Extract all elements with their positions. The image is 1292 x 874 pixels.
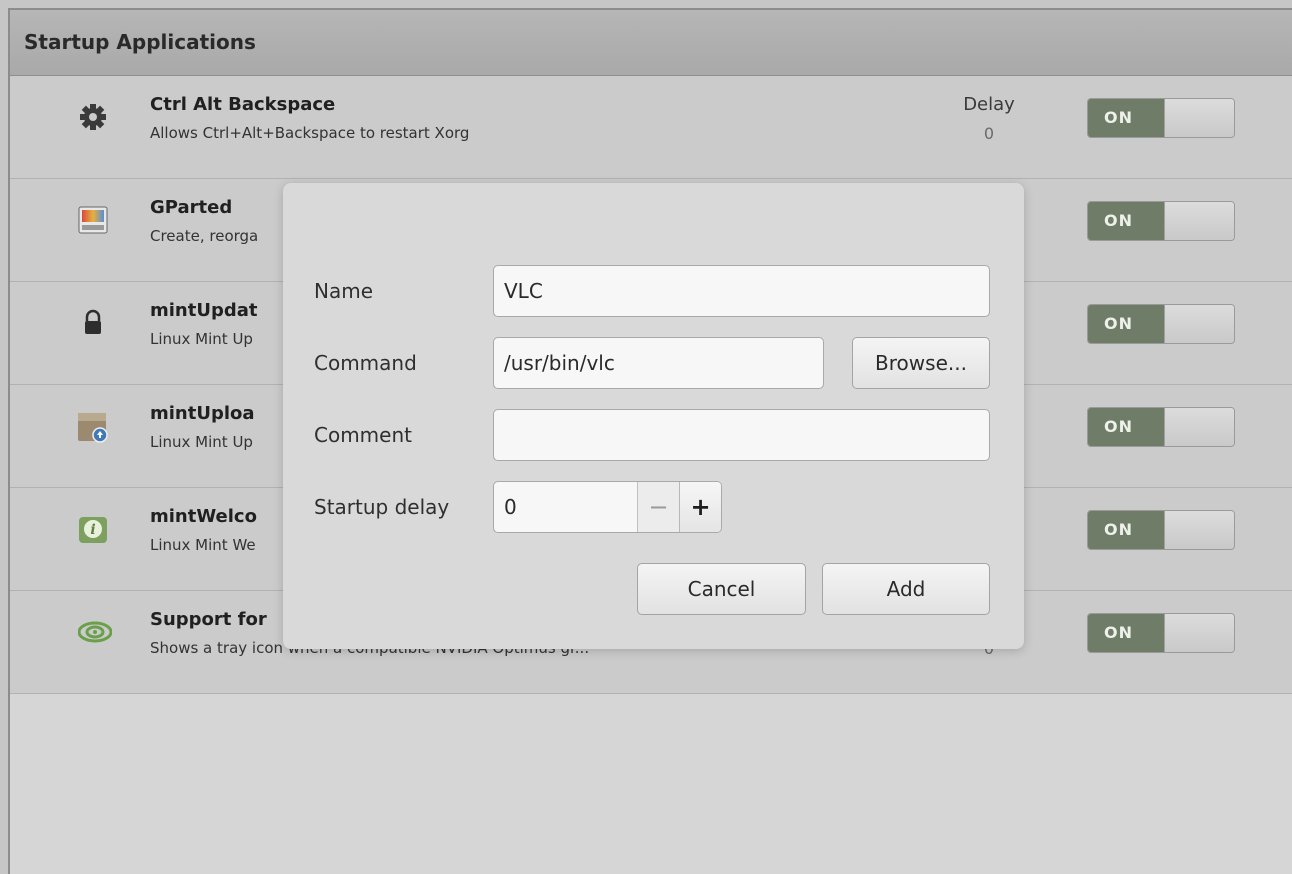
toggle-knob xyxy=(1164,99,1234,137)
toggle-knob xyxy=(1164,511,1234,549)
enable-toggle[interactable]: ON xyxy=(1087,510,1235,550)
comment-field[interactable] xyxy=(493,409,990,461)
app-description: Create, reorga xyxy=(150,227,259,245)
toggle-knob xyxy=(1164,614,1234,652)
app-name: Support for xyxy=(150,609,267,630)
toggle-knob xyxy=(1164,202,1234,240)
startup-delay-label: Startup delay xyxy=(314,495,450,519)
toggle-knob xyxy=(1164,305,1234,343)
window-title: Startup Applications xyxy=(24,30,256,54)
increment-button[interactable]: + xyxy=(679,482,721,532)
app-name: GParted xyxy=(150,197,233,218)
enable-toggle[interactable]: ON xyxy=(1087,201,1235,241)
delay-value: 0 xyxy=(983,124,995,143)
command-field[interactable]: /usr/bin/vlc xyxy=(493,337,824,389)
nvidia-icon xyxy=(77,615,113,649)
comment-label: Comment xyxy=(314,423,412,447)
toggle-on-label: ON xyxy=(1088,202,1164,240)
browse-button[interactable]: Browse... xyxy=(852,337,990,389)
svg-text:i: i xyxy=(90,522,95,538)
add-button[interactable]: Add xyxy=(822,563,990,615)
startup-delay-spinner: 0 − + xyxy=(493,481,722,533)
name-field[interactable]: VLC xyxy=(493,265,990,317)
enable-toggle[interactable]: ON xyxy=(1087,98,1235,138)
toggle-on-label: ON xyxy=(1088,614,1164,652)
lock-icon xyxy=(78,306,108,340)
gear-icon xyxy=(78,100,108,134)
app-description: Linux Mint We xyxy=(150,536,256,554)
enable-toggle[interactable]: ON xyxy=(1087,613,1235,653)
app-description: Linux Mint Up xyxy=(150,330,253,348)
app-description: Allows Ctrl+Alt+Backspace to restart Xor… xyxy=(150,124,470,142)
enable-toggle[interactable]: ON xyxy=(1087,407,1235,447)
toggle-on-label: ON xyxy=(1088,305,1164,343)
toggle-on-label: ON xyxy=(1088,408,1164,446)
command-label: Command xyxy=(314,351,417,375)
add-startup-program-dialog: Name VLC Command /usr/bin/vlc Browse... … xyxy=(283,183,1024,649)
list-item[interactable]: Ctrl Alt Backspace Allows Ctrl+Alt+Backs… xyxy=(10,76,1292,179)
app-name: mintUploa xyxy=(150,403,255,424)
toggle-knob xyxy=(1164,408,1234,446)
delay-label: Delay xyxy=(963,94,1015,115)
upload-box-icon xyxy=(78,409,108,443)
app-name: mintUpdat xyxy=(150,300,258,321)
header-bar: Startup Applications xyxy=(10,10,1292,76)
info-icon: i xyxy=(78,512,108,546)
app-description: Linux Mint Up xyxy=(150,433,253,451)
name-label: Name xyxy=(314,279,374,303)
delay-value-field[interactable]: 0 xyxy=(504,482,517,532)
app-name: Ctrl Alt Backspace xyxy=(150,94,336,115)
cancel-button[interactable]: Cancel xyxy=(637,563,806,615)
decrement-button[interactable]: − xyxy=(637,482,679,532)
enable-toggle[interactable]: ON xyxy=(1087,304,1235,344)
toggle-on-label: ON xyxy=(1088,99,1164,137)
app-name: mintWelco xyxy=(150,506,257,527)
gparted-icon xyxy=(78,203,108,237)
toggle-on-label: ON xyxy=(1088,511,1164,549)
